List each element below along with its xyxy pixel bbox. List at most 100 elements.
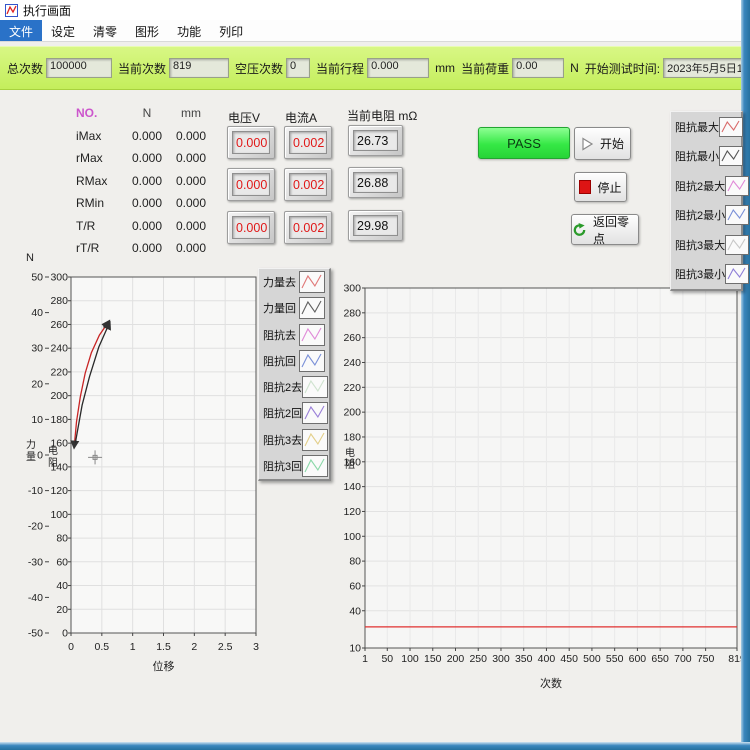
legend-item-2[interactable]: 力量回 xyxy=(259,297,329,319)
meter-2-3: 0.002 xyxy=(284,211,332,244)
legend-swatch[interactable] xyxy=(719,146,743,166)
legend-swatch[interactable] xyxy=(302,455,328,477)
return-zero-label: 返回零点 xyxy=(593,213,638,247)
legend-item-6[interactable]: 阻抗2回 xyxy=(259,402,329,424)
legend-swatch[interactable] xyxy=(725,235,749,255)
legend-item-1[interactable]: 力量去 xyxy=(259,271,329,293)
legend-item-5[interactable]: 阻抗2去 xyxy=(259,376,329,398)
legend-label: 阻抗3回 xyxy=(263,458,302,474)
window-border-bottom xyxy=(0,742,750,750)
stats-header-3: mm xyxy=(170,102,212,125)
svg-text:550: 550 xyxy=(606,653,624,665)
start-label: 开始 xyxy=(600,135,624,152)
svg-text:20: 20 xyxy=(31,378,43,390)
app-window: 执行画面 文件设定清零图形功能列印 总次数100000当前次数819空压次数0当… xyxy=(0,0,750,750)
svg-text:-40: -40 xyxy=(28,592,43,604)
stats-cell-r1-c2: 0.000 xyxy=(124,125,170,148)
stats-cell-r3-c2: 0.000 xyxy=(124,170,170,193)
svg-text:700: 700 xyxy=(674,653,692,665)
legend-swatch[interactable] xyxy=(299,271,325,293)
menu-item-4[interactable]: 图形 xyxy=(126,20,168,41)
legend-swatch[interactable] xyxy=(299,324,325,346)
stats-cell-r1-c1: iMax xyxy=(76,125,124,148)
svg-text:260: 260 xyxy=(50,319,68,331)
legend-item-1[interactable]: 阻抗最大 xyxy=(671,117,741,137)
legend-swatch[interactable] xyxy=(719,117,743,137)
toolbar-field-label-1: 总次数 xyxy=(7,60,43,77)
toolbar-field-value-1[interactable]: 100000 xyxy=(46,58,112,78)
svg-text:300: 300 xyxy=(492,653,510,665)
svg-text:400: 400 xyxy=(538,653,556,665)
legend-label: 力量去 xyxy=(263,274,296,290)
meter-2-1: 0.002 xyxy=(284,126,332,159)
svg-text:位移: 位移 xyxy=(153,659,175,673)
menu-item-2[interactable]: 设定 xyxy=(42,20,84,41)
menu-item-1[interactable]: 文件 xyxy=(0,20,42,41)
legend-swatch[interactable] xyxy=(299,297,325,319)
pass-indicator: PASS xyxy=(478,127,570,159)
legend-item-3[interactable]: 阻抗去 xyxy=(259,324,329,346)
menu-item-6[interactable]: 列印 xyxy=(210,20,252,41)
legend-label: 阻抗3最小 xyxy=(675,266,725,282)
menu-item-5[interactable]: 功能 xyxy=(168,20,210,41)
svg-text:750: 750 xyxy=(697,653,715,665)
svg-text:450: 450 xyxy=(560,653,578,665)
legend-item-2[interactable]: 阻抗最小 xyxy=(671,146,741,166)
stats-cell-r4-c3: 0.000 xyxy=(170,192,212,215)
meter-column-label-3: 当前电阻 mΩ xyxy=(347,107,417,124)
svg-text:力: 力 xyxy=(26,438,36,451)
toolbar-field-value-5[interactable]: 0.00 xyxy=(512,58,564,78)
return-zero-button[interactable]: 返回零点 xyxy=(571,214,639,245)
legend-label: 力量回 xyxy=(263,300,296,316)
stop-button[interactable]: 停止 xyxy=(574,172,627,202)
legend-item-4[interactable]: 阻抗2最小 xyxy=(671,205,741,225)
svg-text:10: 10 xyxy=(31,414,43,426)
stats-table: NO.NmmiMax0.0000.000rMax0.0000.000RMax0.… xyxy=(76,102,212,260)
stop-icon xyxy=(579,180,591,194)
meter-3-3: 29.98 xyxy=(348,210,403,241)
toolbar-field-label-5: 当前荷重 xyxy=(461,60,509,77)
legend-label: 阻抗2去 xyxy=(263,379,302,395)
legend-swatch[interactable] xyxy=(302,429,328,451)
svg-text:200: 200 xyxy=(343,407,361,419)
legend-item-3[interactable]: 阻抗2最大 xyxy=(671,176,741,196)
legend-swatch[interactable] xyxy=(725,264,749,284)
legend-item-5[interactable]: 阻抗3最大 xyxy=(671,235,741,255)
legend-swatch[interactable] xyxy=(725,205,749,225)
app-icon xyxy=(5,4,18,17)
legend-swatch[interactable] xyxy=(302,376,328,398)
legend-label: 阻抗2最大 xyxy=(675,178,725,194)
svg-text:-50: -50 xyxy=(28,628,43,640)
svg-text:180: 180 xyxy=(50,414,68,426)
svg-text:300: 300 xyxy=(343,283,361,295)
start-button[interactable]: 开始 xyxy=(574,127,631,160)
force-graph-legend: 力量去力量回阻抗去阻抗回阻抗2去阻抗2回阻抗3去阻抗3回 xyxy=(258,268,331,481)
svg-text:120: 120 xyxy=(50,485,68,497)
legend-item-4[interactable]: 阻抗回 xyxy=(259,350,329,372)
svg-text:250: 250 xyxy=(469,653,487,665)
svg-text:40: 40 xyxy=(349,605,361,617)
legend-label: 阻抗3最大 xyxy=(675,237,725,253)
stats-cell-r3-c3: 0.000 xyxy=(170,170,212,193)
stats-cell-r3-c1: RMax xyxy=(76,170,124,193)
legend-item-7[interactable]: 阻抗3去 xyxy=(259,429,329,451)
menu-item-3[interactable]: 清零 xyxy=(84,20,126,41)
svg-text:1.5: 1.5 xyxy=(156,641,171,653)
legend-swatch[interactable] xyxy=(299,350,325,372)
toolbar-field-label-3: 空压次数 xyxy=(235,60,283,77)
legend-item-6[interactable]: 阻抗3最小 xyxy=(671,264,741,284)
svg-text:650: 650 xyxy=(651,653,669,665)
meter-value: 0.002 xyxy=(289,173,327,196)
legend-label: 阻抗最小 xyxy=(675,148,719,164)
svg-text:200: 200 xyxy=(50,390,68,402)
toolbar-field-value-3[interactable]: 0 xyxy=(286,58,310,78)
legend-swatch[interactable] xyxy=(302,402,328,424)
toolbar-field-value-6[interactable]: 2023年5月5日11:51 xyxy=(663,58,750,78)
meter-value: 29.98 xyxy=(353,215,398,236)
toolbar-field-value-2[interactable]: 819 xyxy=(169,58,229,78)
svg-text:量: 量 xyxy=(26,451,36,463)
toolbar-field-value-4[interactable]: 0.000 xyxy=(367,58,429,78)
legend-swatch[interactable] xyxy=(725,176,749,196)
legend-item-8[interactable]: 阻抗3回 xyxy=(259,455,329,477)
svg-text:N: N xyxy=(26,252,34,264)
